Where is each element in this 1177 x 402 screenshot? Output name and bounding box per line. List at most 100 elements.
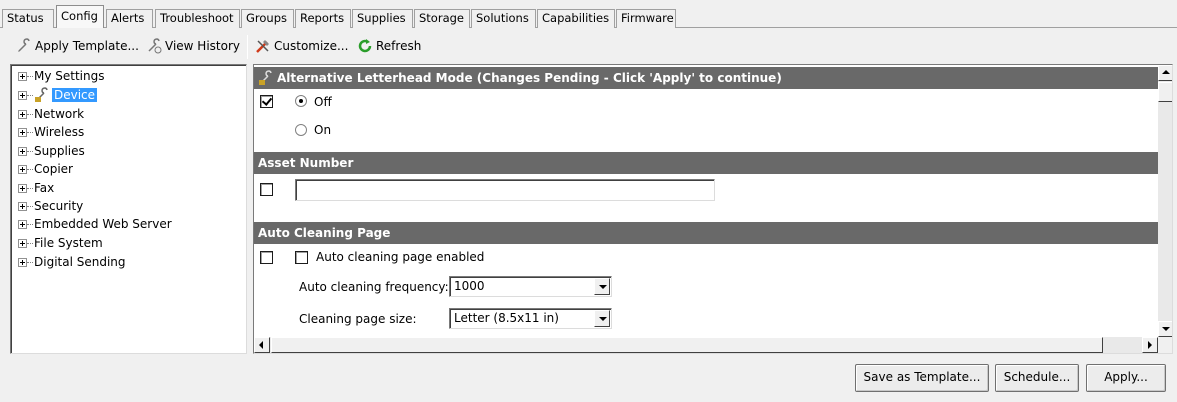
expand-icon[interactable] [18,219,27,229]
tab-reports[interactable]: Reports [295,9,351,28]
tab-firmware[interactable]: Firmware [616,9,676,28]
section-title: Auto Cleaning Page [258,226,391,240]
tab-config[interactable]: Config [56,5,104,28]
chevron-down-icon[interactable] [594,278,610,295]
tree-item-wireless[interactable]: Wireless [18,123,84,141]
tree-item-label: My Settings [34,69,105,83]
tab-alerts[interactable]: Alerts [106,9,153,28]
tab-status[interactable]: Status [2,9,54,28]
scroll-up-icon[interactable] [1158,65,1172,81]
customize-label: Customize... [274,39,349,53]
toolbar: Apply Template... View History Customize… [0,31,1177,61]
expand-icon[interactable] [18,146,27,156]
asset-number-input[interactable] [295,179,715,201]
horizontal-scrollbar[interactable] [254,337,1158,353]
refresh-button[interactable]: Refresh [357,35,421,57]
tree-item-label: Fax [34,181,55,195]
tab-storage[interactable]: Storage [414,9,470,28]
save-as-template-button[interactable]: Save as Template... [855,364,989,392]
apply-template-label: Apply Template... [35,39,139,53]
tree-item-fax[interactable]: Fax [18,179,54,197]
tree-item-device[interactable]: Device [18,86,98,104]
letterhead-checkbox[interactable] [260,95,273,108]
device-icon [35,87,48,102]
letterhead-off-radio[interactable] [295,95,307,107]
vertical-scrollbar[interactable] [1158,65,1172,337]
history-icon [148,38,162,54]
apply-template-button[interactable]: Apply Template... [16,35,139,57]
view-history-label: View History [165,39,240,53]
expand-icon[interactable] [18,90,27,100]
tree-item-copier[interactable]: Copier [18,160,73,178]
tree-item-label: Network [34,107,85,121]
auto-cleaning-enabled-label: Auto cleaning page enabled [316,250,485,264]
wrench-icon [259,70,272,85]
scroll-down-icon[interactable] [1158,321,1172,337]
tree-item-label: File System [34,236,103,250]
toolbar-separator [247,35,248,59]
expand-icon[interactable] [18,257,27,267]
tree-item-embedded-web-server[interactable]: Embedded Web Server [18,215,172,233]
refresh-label: Refresh [376,39,422,53]
tab-supplies[interactable]: Supplies [352,9,413,28]
frequency-value: 1000 [454,279,485,293]
auto-cleaning-enabled-checkbox[interactable] [295,251,308,264]
tree-connector [27,242,33,244]
horizontal-scroll-thumb[interactable] [271,337,1103,353]
tree-item-security[interactable]: Security [18,197,83,215]
tab-groups[interactable]: Groups [241,9,294,28]
scroll-right-icon[interactable] [1142,337,1158,353]
expand-icon[interactable] [18,164,27,174]
frequency-select[interactable]: 1000 [449,276,612,297]
section-header-letterhead: Alternative Letterhead Mode (Changes Pen… [254,67,1158,89]
frequency-label: Auto cleaning frequency: [299,280,449,294]
tree-item-label: Device [52,88,98,102]
tab-capabilities[interactable]: Capabilities [537,9,615,28]
view-history-button[interactable]: View History [146,35,240,57]
tree-item-label: Wireless [34,125,85,139]
section-title: Asset Number [258,156,354,170]
tree-item-label: Digital Sending [34,255,126,269]
tree-connector [27,187,33,189]
expand-icon[interactable] [18,238,27,248]
apply-button[interactable]: Apply... [1086,364,1166,392]
expand-icon[interactable] [18,71,27,81]
settings-tree: My Settings Device Network Wireless Supp… [10,64,247,354]
letterhead-on-label: On [314,123,332,137]
expand-icon[interactable] [18,183,27,193]
tree-item-file-system[interactable]: File System [18,234,103,252]
tree-connector [27,205,33,207]
tree-item-network[interactable]: Network [18,105,84,123]
chevron-down-icon[interactable] [594,310,610,327]
tree-item-label: Copier [34,162,73,176]
tree-connector [27,223,33,225]
tab-troubleshoot[interactable]: Troubleshoot [155,9,240,28]
tree-connector [27,261,33,263]
settings-panel: Alternative Letterhead Mode (Changes Pen… [253,64,1173,354]
tree-connector [27,168,33,170]
tab-solutions[interactable]: Solutions [471,9,536,28]
expand-icon[interactable] [18,201,27,211]
tab-bar: Status Config Alerts Troubleshoot Groups… [0,0,1177,28]
page-size-value: Letter (8.5x11 in) [454,311,559,325]
schedule-button[interactable]: Schedule... [995,364,1079,392]
section-title: Alternative Letterhead Mode (Changes Pen… [277,71,782,85]
template-icon [18,38,30,52]
tree-connector [27,131,33,133]
vertical-scroll-thumb[interactable] [1158,82,1172,102]
customize-button[interactable]: Customize... [255,35,348,57]
expand-icon[interactable] [18,127,27,137]
tree-connector [27,113,33,115]
tree-item-supplies[interactable]: Supplies [18,142,85,160]
expand-icon[interactable] [18,109,27,119]
tree-item-my-settings[interactable]: My Settings [18,67,105,85]
tree-item-digital-sending[interactable]: Digital Sending [18,253,126,271]
auto-cleaning-checkbox[interactable] [260,251,273,264]
asset-number-checkbox[interactable] [260,183,273,196]
tree-connector [27,75,33,77]
page-size-select[interactable]: Letter (8.5x11 in) [449,308,612,329]
tree-item-label: Supplies [34,144,85,158]
scroll-left-icon[interactable] [254,337,270,353]
letterhead-on-radio[interactable] [295,124,307,136]
letterhead-off-label: Off [314,95,332,109]
